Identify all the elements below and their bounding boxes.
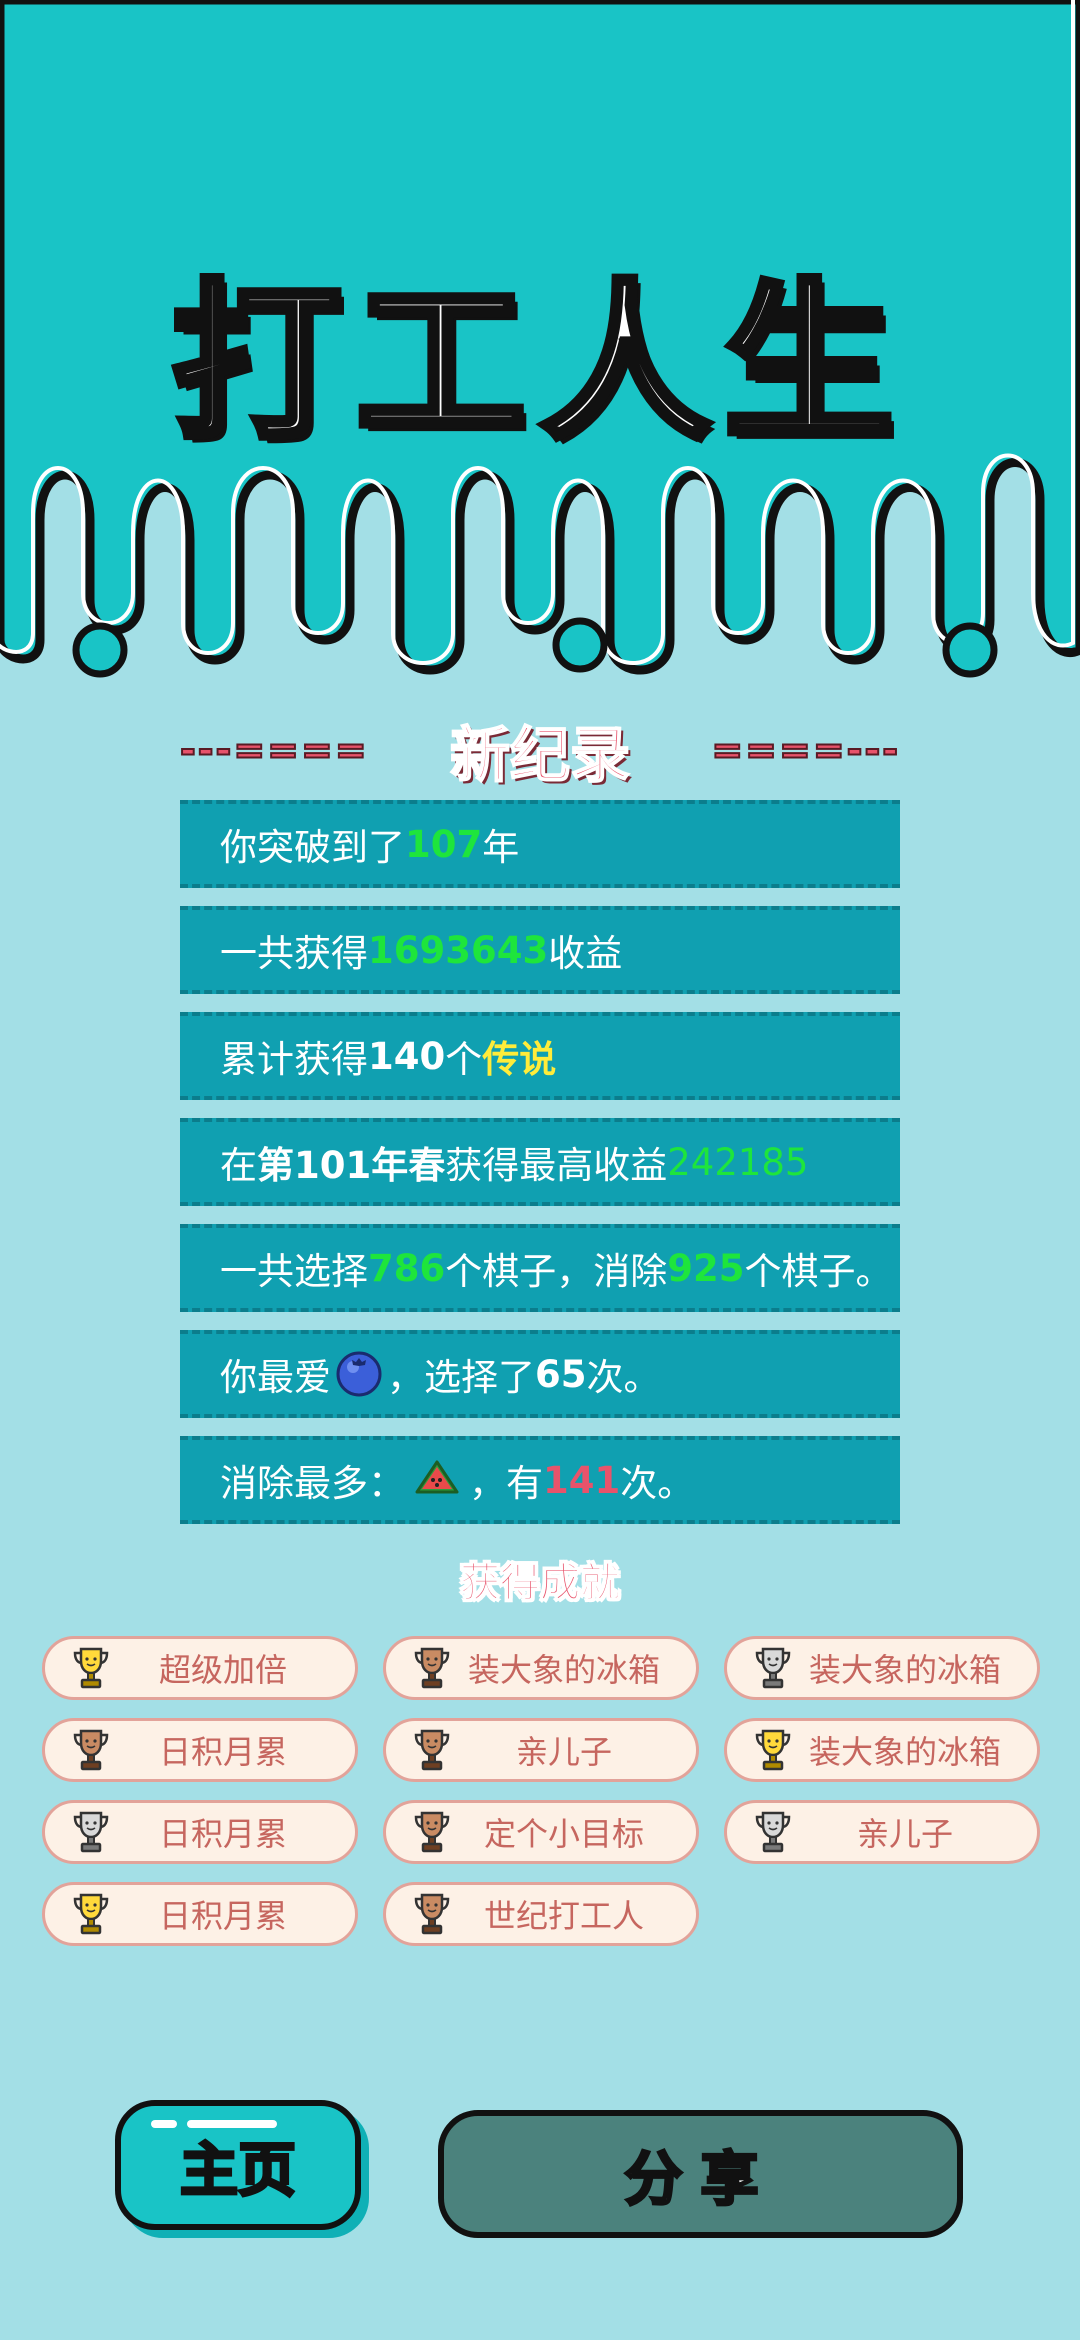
stats-list: 你突破到了 107 年 一共获得 1693643 收益 累计获得 140 个传说 在 第10… xyxy=(180,800,900,1542)
stat-text: 你最爱 xyxy=(220,1356,331,1399)
achievement-label: 装大象的冰箱 xyxy=(808,1651,1001,1689)
legend-count: 140 xyxy=(368,1034,446,1078)
achievement-item: 装大象的冰箱 xyxy=(383,1636,699,1700)
achievement-label: 日积月累 xyxy=(158,1815,287,1853)
achievement-label: 装大象的冰箱 xyxy=(808,1733,1001,1771)
home-button-label: 主页 xyxy=(178,2135,297,2206)
achievement-item: 日积月累 xyxy=(42,1718,358,1782)
achievement-item: 装大象的冰箱 xyxy=(724,1718,1040,1782)
stat-years: 你突破到了 107 年 xyxy=(180,800,900,888)
trophy-icon xyxy=(755,1729,791,1771)
best-income-value: 242185 xyxy=(667,1140,809,1184)
achievement-label: 亲儿子 xyxy=(856,1815,953,1853)
stat-best-income: 在 第101年春 获得最高收益 242185 xyxy=(180,1118,900,1206)
achievement-label: 超级加倍 xyxy=(158,1651,287,1689)
stat-pieces: 一共选择 786 个棋子，消除 925 个棋子。 xyxy=(180,1224,900,1312)
stat-text: 获得最高收益 xyxy=(445,1144,668,1187)
stat-text: 消除最多： xyxy=(220,1462,405,1505)
stat-text: 一共选择 xyxy=(220,1250,368,1293)
new-record-title: 新纪录 xyxy=(449,720,631,792)
stat-text: 年 xyxy=(482,826,520,869)
legend-tag: 传说 xyxy=(482,1038,557,1081)
stat-text: 你突破到了 xyxy=(220,826,405,869)
achievement-item: 亲儿子 xyxy=(724,1800,1040,1864)
achievement-item: 亲儿子 xyxy=(383,1718,699,1782)
stat-favorite: 你最爱 ，选择了 65 次。 xyxy=(180,1330,900,1418)
stat-most-removed: 消除最多： ，有 141 次。 xyxy=(180,1436,900,1524)
share-button-label: 分享 xyxy=(623,2144,777,2215)
trophy-icon xyxy=(414,1893,450,1935)
stat-text: 次。 xyxy=(586,1356,661,1399)
achievement-label: 日积月累 xyxy=(158,1733,287,1771)
most-removed-count: 141 xyxy=(543,1458,621,1502)
stat-text: ，选择了 xyxy=(387,1356,535,1399)
achievement-item: 日积月累 xyxy=(42,1882,358,1946)
trophy-icon xyxy=(73,1729,109,1771)
stat-text: 一共获得 xyxy=(220,932,368,975)
achievement-item: 定个小目标 xyxy=(383,1800,699,1864)
left-dashes: ---==== xyxy=(179,727,369,773)
achievement-label: 世纪打工人 xyxy=(483,1897,644,1935)
right-dashes: ====--- xyxy=(710,727,900,773)
stat-text: ，有 xyxy=(469,1462,543,1505)
achievement-label: 日积月累 xyxy=(158,1897,287,1935)
home-button[interactable]: 主页 xyxy=(115,2100,361,2230)
trophy-icon xyxy=(414,1811,450,1853)
stat-text: 在 xyxy=(220,1144,257,1187)
achievement-label: 亲儿子 xyxy=(515,1733,612,1771)
achievement-label: 定个小目标 xyxy=(483,1815,644,1853)
achievement-label: 装大象的冰箱 xyxy=(467,1651,660,1689)
trophy-icon xyxy=(414,1729,450,1771)
favorite-count: 65 xyxy=(535,1352,587,1396)
home-button-gloss xyxy=(151,2120,177,2128)
stat-text: 个棋子，消除 xyxy=(445,1250,668,1293)
trophy-icon xyxy=(755,1811,791,1853)
achievement-item: 日积月累 xyxy=(42,1800,358,1864)
years-value: 107 xyxy=(405,822,483,866)
blueberry-icon xyxy=(336,1351,382,1397)
new-record-header: ---==== 新纪录 ====--- xyxy=(179,710,900,792)
stat-text: 次。 xyxy=(620,1462,695,1505)
stat-income: 一共获得 1693643 收益 xyxy=(180,906,900,994)
stat-text: 收益 xyxy=(548,932,623,975)
pieces-chosen: 786 xyxy=(368,1246,446,1290)
trophy-icon xyxy=(73,1647,109,1689)
income-value: 1693643 xyxy=(368,928,549,972)
trophy-icon xyxy=(755,1647,791,1689)
stat-text: 个棋子。 xyxy=(744,1250,893,1293)
trophy-icon xyxy=(414,1647,450,1689)
watermelon-icon xyxy=(415,1460,459,1494)
trophy-icon xyxy=(73,1893,109,1935)
achievements-title: 获得成就 xyxy=(460,1560,621,1607)
stat-text: 累计获得 xyxy=(220,1038,368,1081)
trophy-icon xyxy=(73,1811,109,1853)
achievement-item: 世纪打工人 xyxy=(383,1882,699,1946)
share-button[interactable]: 分享 xyxy=(438,2110,963,2238)
achievements-grid: 超级加倍 装大象的冰箱 装大象的冰箱 日积月累 亲儿子 装大象的冰箱 日积月累 定个小目标 亲儿… xyxy=(42,1636,1042,1946)
achievement-item: 装大象的冰箱 xyxy=(724,1636,1040,1700)
achievement-item: 超级加倍 xyxy=(42,1636,358,1700)
home-button-gloss xyxy=(187,2120,277,2128)
best-season: 第101年春 xyxy=(257,1144,446,1187)
stat-legend: 累计获得 140 个传说 xyxy=(180,1012,900,1100)
stat-text: 个 xyxy=(445,1038,483,1081)
game-title: 打工人生 xyxy=(168,262,908,467)
pieces-removed: 925 xyxy=(667,1246,745,1290)
